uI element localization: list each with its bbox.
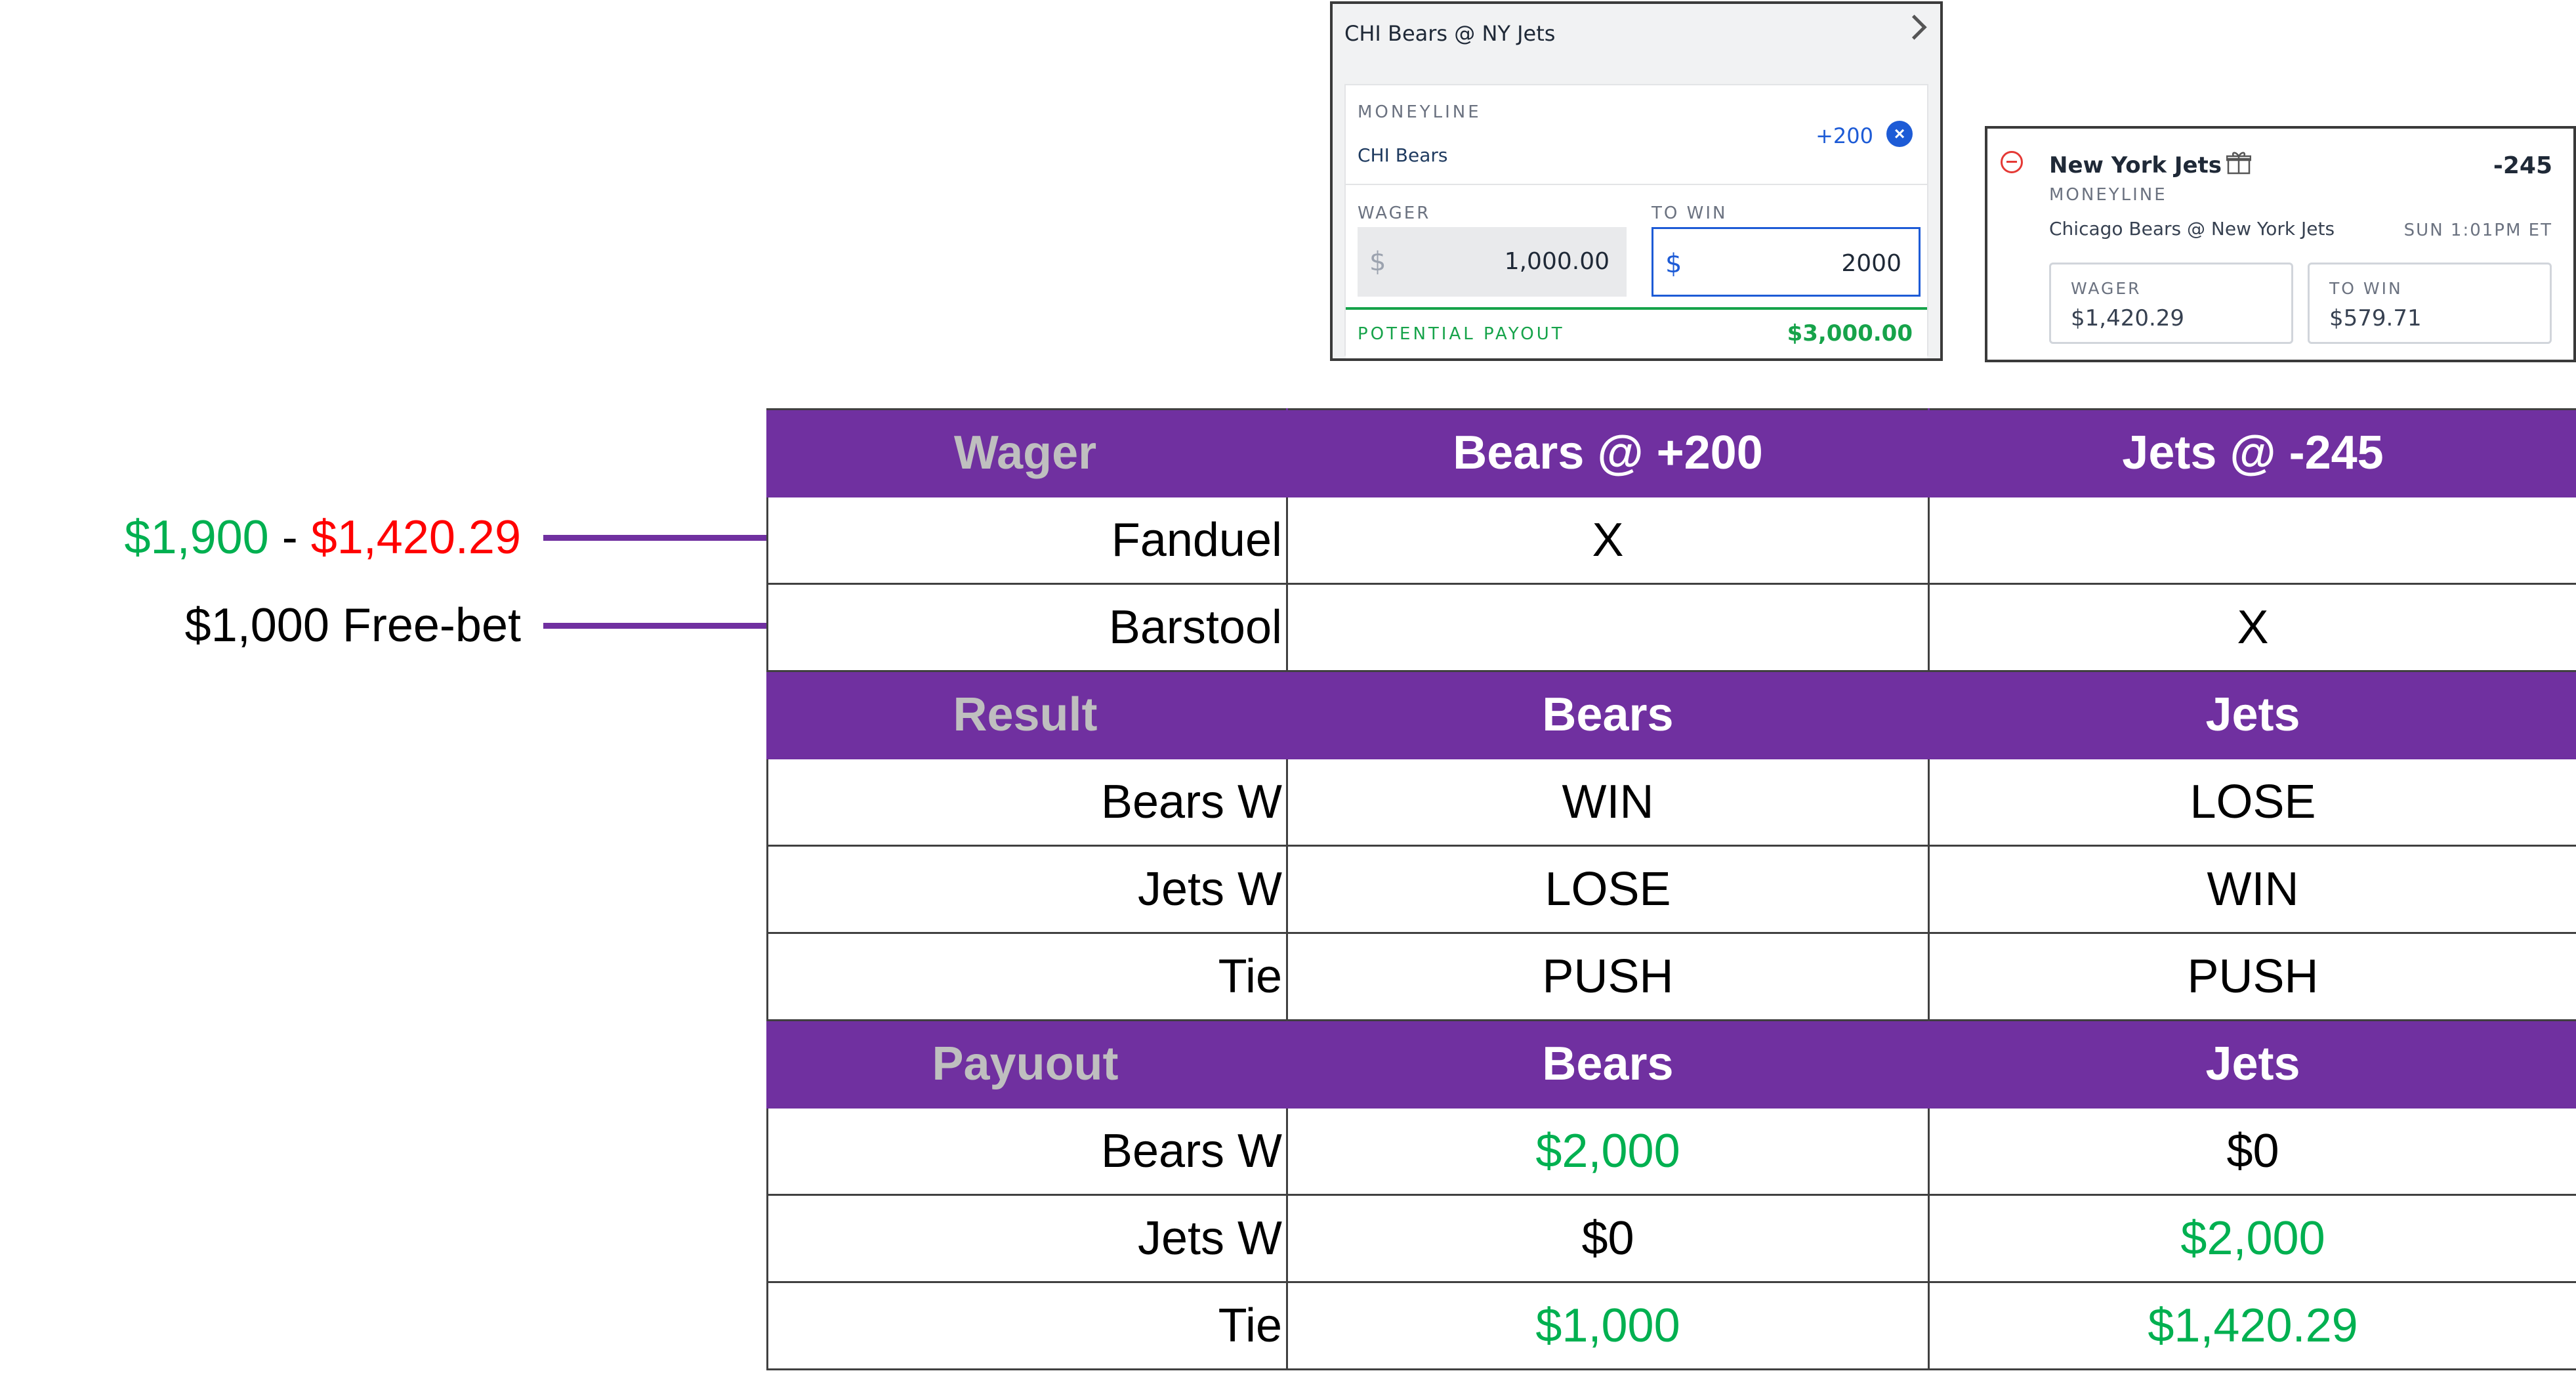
payout-label: POTENTIAL PAYOUT	[1358, 324, 1565, 344]
row-label: Fanduel	[766, 496, 1288, 585]
separator: -	[268, 511, 311, 564]
fanduel-to-win-value: 2000	[1841, 250, 1901, 277]
fanduel-slip-title: CHI Bears @ NY Jets	[1344, 21, 1556, 46]
row-label: Tie	[766, 932, 1288, 1021]
fanduel-odds: +200	[1816, 123, 1873, 148]
table-cell: WIN	[1286, 757, 1930, 847]
result-header-row: Result Bears Jets	[766, 670, 2576, 759]
table-cell: PUSH	[1928, 932, 2576, 1021]
header-cell: Jets	[1928, 1019, 2576, 1109]
row-label: Tie	[766, 1281, 1288, 1370]
table-cell	[1286, 583, 1930, 672]
barstool-game-time: SUN 1:01PM ET	[2403, 221, 2552, 240]
payout-cell: $0	[1286, 1194, 1930, 1283]
table-cell	[1928, 496, 2576, 585]
payout-header-row: Payuout Bears Jets	[766, 1019, 2576, 1109]
payout-cell: $1,000	[1286, 1281, 1930, 1370]
table-row: Fanduel X	[766, 496, 2576, 585]
dollar-icon: $	[1665, 249, 1682, 279]
payout-cell: $2,000	[1928, 1194, 2576, 1283]
table-row: Barstool X	[766, 583, 2576, 672]
fanduel-to-win-label: TO WIN	[1652, 203, 1728, 223]
remove-selection-icon[interactable]: ×	[1886, 121, 1913, 147]
table-cell: LOSE	[1928, 757, 2576, 847]
wager-header-cell: Wager	[766, 408, 1288, 497]
fanduel-bet-slip: CHI Bears @ NY Jets MONEYLINE CHI Bears …	[1330, 1, 1943, 361]
chevron-right-icon[interactable]	[1901, 14, 1927, 40]
barstool-matchup: Chicago Bears @ New York Jets	[2049, 218, 2335, 240]
table-row: Bears W WIN LOSE	[766, 757, 2576, 847]
payout-value: $3,000.00	[1787, 320, 1913, 347]
payout-cell: $1,420.29	[1928, 1281, 2576, 1370]
result-header-cell: Result	[766, 670, 1288, 759]
barstool-to-win-value: $579.71	[2329, 305, 2422, 331]
barstool-wager-value: $1,420.29	[2071, 305, 2185, 331]
fanduel-market-label: MONEYLINE	[1358, 102, 1482, 122]
table-row: Bears W $2,000 $0	[766, 1107, 2576, 1196]
barstool-wager-field[interactable]: WAGER $1,420.29	[2049, 263, 2293, 344]
barstool-team: New York Jets	[2049, 152, 2222, 179]
hedge-table: Wager Bears @ +200 Jets @ -245 Fanduel X…	[766, 408, 2576, 1370]
barstool-bet-slip: New York Jets -245 MONEYLINE Chicago Bea…	[1985, 126, 2576, 362]
payout-header-cell: Payuout	[766, 1019, 1288, 1109]
barstool-connector-line	[543, 623, 768, 629]
fanduel-amount-note: $1,900 - $1,420.29	[124, 511, 521, 564]
payout-cell: $0	[1928, 1107, 2576, 1196]
table-row: Tie PUSH PUSH	[766, 932, 2576, 1021]
barstool-to-win-field[interactable]: TO WIN $579.71	[2308, 263, 2552, 344]
table-cell: X	[1286, 496, 1930, 585]
header-cell: Bears @ +200	[1286, 408, 1930, 497]
row-label: Bears W	[766, 757, 1288, 847]
table-cell: LOSE	[1286, 845, 1930, 934]
row-label: Jets W	[766, 845, 1288, 934]
header-cell: Jets @ -245	[1928, 408, 2576, 497]
fanduel-slip-header[interactable]: CHI Bears @ NY Jets	[1333, 4, 1940, 81]
barstool-amount-note: $1,000 Free-bet	[184, 599, 521, 652]
gift-icon	[2226, 152, 2251, 175]
remove-bet-icon[interactable]	[2001, 151, 2023, 173]
barstool-market-label: MONEYLINE	[2049, 185, 2167, 205]
header-cell: Bears	[1286, 670, 1930, 759]
divider	[1346, 184, 1927, 185]
barstool-to-win-label: TO WIN	[2329, 279, 2403, 298]
fanduel-potential-payout: POTENTIAL PAYOUT $3,000.00	[1346, 307, 1927, 358]
row-label: Jets W	[766, 1194, 1288, 1283]
header-cell: Jets	[1928, 670, 2576, 759]
payout-cell: $2,000	[1286, 1107, 1930, 1196]
row-label: Barstool	[766, 583, 1288, 672]
table-row: Jets W LOSE WIN	[766, 845, 2576, 934]
fanduel-wager-input[interactable]: $ 1,000.00	[1358, 227, 1627, 297]
table-row: Jets W $0 $2,000	[766, 1194, 2576, 1283]
fanduel-wager-value: 1,000.00	[1504, 248, 1610, 275]
table-cell: PUSH	[1286, 932, 1930, 1021]
wager-header-row: Wager Bears @ +200 Jets @ -245	[766, 408, 2576, 497]
fanduel-team: CHI Bears	[1358, 144, 1448, 166]
dollar-icon: $	[1369, 247, 1386, 277]
table-row: Tie $1,000 $1,420.29	[766, 1281, 2576, 1370]
barstool-wager-label: WAGER	[2071, 279, 2142, 298]
fanduel-to-win-input[interactable]: $ 2000	[1652, 227, 1921, 297]
row-label: Bears W	[766, 1107, 1288, 1196]
fanduel-selection: MONEYLINE CHI Bears +200 × WAGER TO WIN …	[1344, 84, 1928, 358]
fanduel-amount-b: $1,420.29	[310, 511, 521, 564]
barstool-odds: -245	[2493, 152, 2552, 179]
header-cell: Bears	[1286, 1019, 1930, 1109]
fanduel-amount-a: $1,900	[124, 511, 269, 564]
fanduel-wager-label: WAGER	[1358, 203, 1431, 223]
table-cell: WIN	[1928, 845, 2576, 934]
table-cell: X	[1928, 583, 2576, 672]
fanduel-connector-line	[543, 535, 768, 541]
